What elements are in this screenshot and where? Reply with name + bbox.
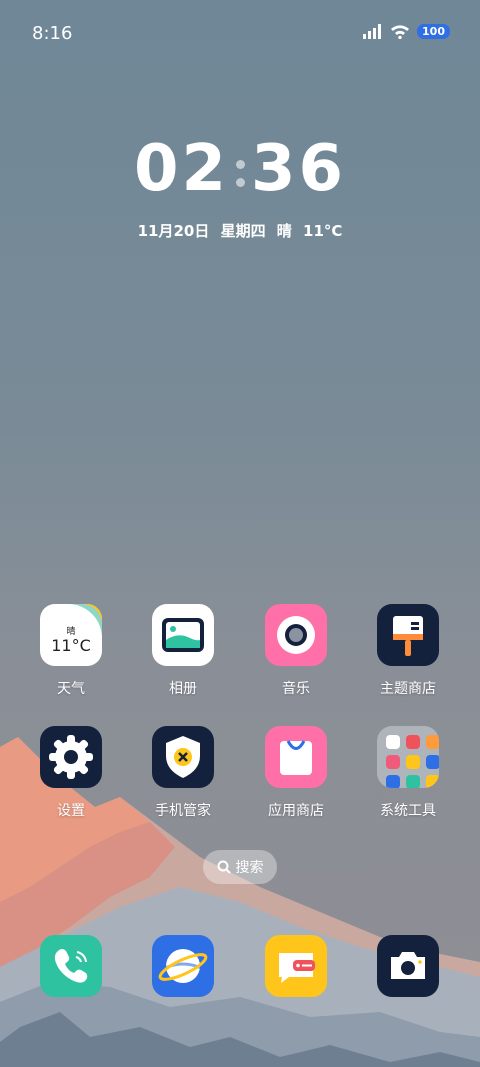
weather-icon: 晴 11°C xyxy=(40,604,102,666)
search-button[interactable]: 搜索 xyxy=(203,850,277,884)
folder-icon xyxy=(377,726,439,788)
app-themes[interactable]: 主题商店 xyxy=(353,604,463,698)
app-folder-system-tools[interactable]: 系统工具 xyxy=(353,726,463,820)
phone-icon xyxy=(40,935,102,997)
gallery-icon xyxy=(152,604,214,666)
app-gallery[interactable]: 相册 xyxy=(128,604,238,698)
weather-temp: 11°C xyxy=(51,636,91,655)
battery-indicator: 100 xyxy=(417,24,450,39)
clock-minutes: 36 xyxy=(251,132,347,206)
app-music[interactable]: 音乐 xyxy=(241,604,351,698)
search-label: 搜索 xyxy=(235,860,264,876)
app-label: 相册 xyxy=(169,681,197,697)
app-weather[interactable]: 晴 11°C 天气 xyxy=(16,604,126,698)
status-time: 8:16 xyxy=(32,23,73,44)
date-weather-line: 11月20日 星期四 晴 11°C xyxy=(137,222,343,240)
clock-colon xyxy=(229,142,251,202)
wifi-icon xyxy=(391,25,410,39)
app-label: 主题商店 xyxy=(380,681,436,697)
app-label: 系统工具 xyxy=(380,803,436,819)
app-label: 应用商店 xyxy=(268,803,324,819)
app-phone-manager[interactable]: 手机管家 xyxy=(128,726,238,820)
messages-icon xyxy=(265,935,327,997)
app-label: 设置 xyxy=(57,803,85,819)
settings-gear-icon xyxy=(40,726,102,788)
browser-icon xyxy=(152,935,214,997)
clock-hours: 02 xyxy=(133,132,229,206)
app-store[interactable]: 应用商店 xyxy=(241,726,351,820)
app-settings[interactable]: 设置 xyxy=(16,726,126,820)
phone-manager-shield-icon xyxy=(152,726,214,788)
app-label: 音乐 xyxy=(282,681,310,697)
status-bar: 8:16 100 xyxy=(0,0,480,66)
theme-store-icon xyxy=(377,604,439,666)
search-icon xyxy=(217,860,231,874)
music-icon xyxy=(265,604,327,666)
dock-messages[interactable] xyxy=(241,935,351,997)
dock-phone[interactable] xyxy=(16,935,126,997)
dock-browser[interactable] xyxy=(128,935,238,997)
signal-icon xyxy=(363,24,382,39)
app-store-bag-icon xyxy=(265,726,327,788)
app-label: 天气 xyxy=(57,681,85,697)
camera-icon xyxy=(377,935,439,997)
dock-camera[interactable] xyxy=(353,935,463,997)
app-label: 手机管家 xyxy=(155,803,211,819)
clock-widget[interactable]: 02 36 xyxy=(0,132,480,206)
status-icons: 100 xyxy=(363,24,450,39)
